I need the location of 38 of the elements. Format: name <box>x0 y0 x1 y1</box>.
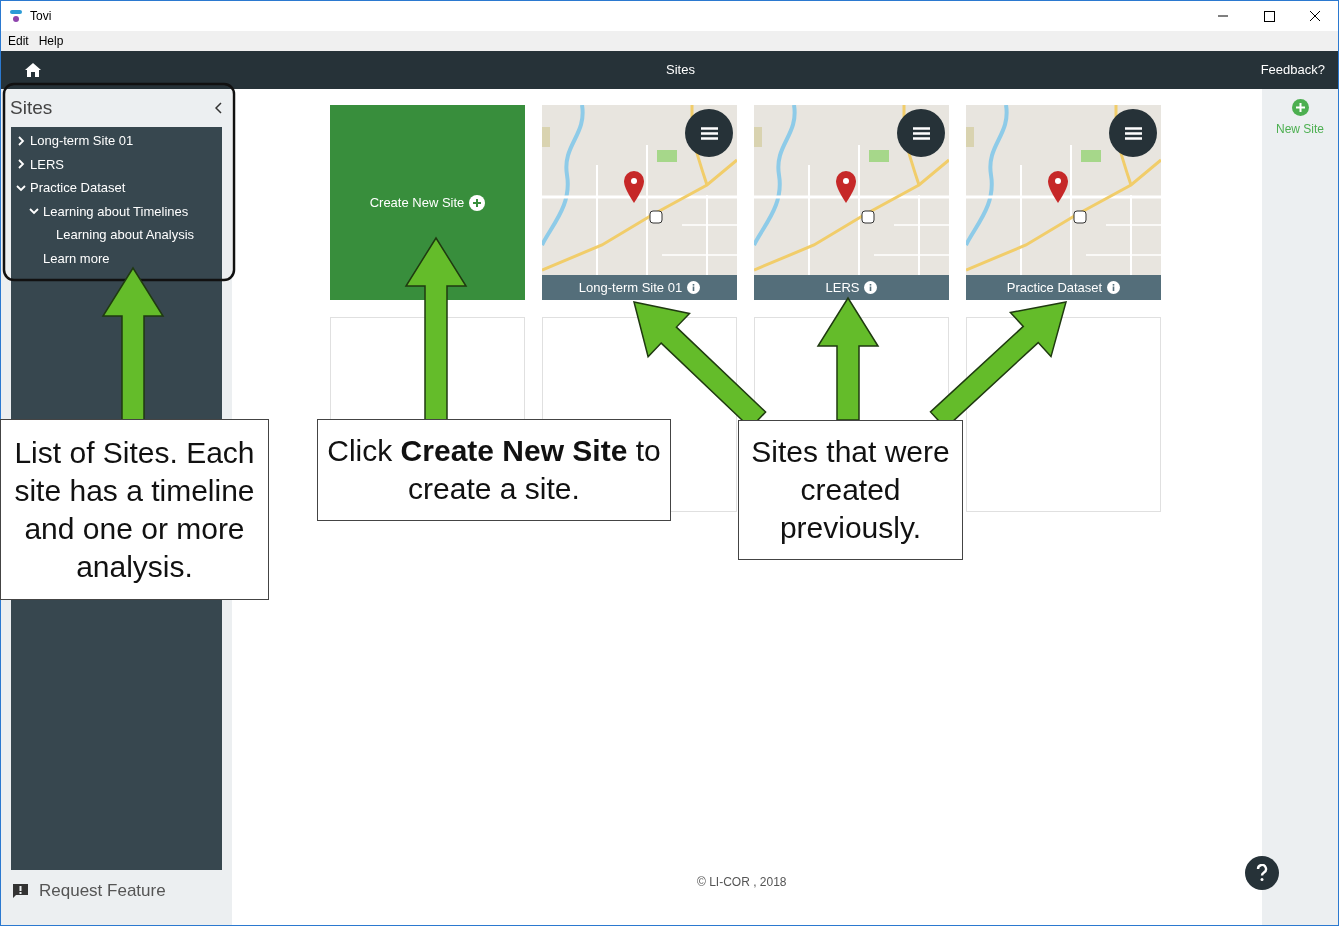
menu-item[interactable]: Help <box>35 32 67 50</box>
site-name[interactable]: Long-term Site 01 <box>578 277 683 298</box>
create-site-tile[interactable]: Create New Site <box>330 105 525 300</box>
page-title: Sites <box>666 61 695 80</box>
tree-item[interactable]: Practice Dataset <box>11 176 222 200</box>
copyright-text: © LI-COR , 2018 <box>697 874 787 891</box>
feedback-link[interactable]: Feedback? <box>1260 60 1325 80</box>
home-icon[interactable] <box>24 62 42 78</box>
menu-icon <box>700 126 718 140</box>
callout-text: Sites that were created previously. <box>750 434 951 546</box>
site-name[interactable]: Practice Dataset <box>1006 277 1103 298</box>
callout-text: Click Create New Site to create a site. <box>326 433 662 507</box>
callout-text: List of Sites. Each site has a timeline and one or more analysis. <box>13 434 256 585</box>
tree-item[interactable]: Long-term Site 01 <box>11 129 222 153</box>
sidebar-title: Sites <box>10 95 53 120</box>
feedback-icon[interactable] <box>12 883 29 899</box>
tree-item[interactable]: Learning about Timelines <box>11 199 222 223</box>
menu-icon <box>1124 126 1142 140</box>
collapse-icon[interactable] <box>215 102 223 114</box>
info-icon[interactable] <box>687 281 701 294</box>
site-card[interactable]: Practice Dataset <box>966 105 1161 300</box>
tree-item[interactable]: LERS <box>11 152 222 176</box>
help-button[interactable] <box>1245 856 1279 890</box>
tree-item[interactable]: Learn more <box>11 246 222 270</box>
request-feature-link[interactable]: Request Feature <box>39 878 166 904</box>
plus-circle-icon <box>1291 99 1309 116</box>
site-card[interactable]: LERS <box>754 105 949 300</box>
tree-item[interactable]: Learning about Analysis <box>11 223 222 247</box>
plus-circle-icon <box>469 194 486 211</box>
site-card[interactable]: Long-term Site 01 <box>542 105 737 300</box>
menu-item[interactable]: Edit <box>5 32 32 50</box>
site-name[interactable]: LERS <box>825 277 860 298</box>
menu-icon <box>912 126 930 140</box>
info-icon[interactable] <box>864 281 878 294</box>
app-logo-icon <box>9 9 23 23</box>
info-icon[interactable] <box>1107 281 1121 294</box>
window-title: Tovi <box>30 8 52 25</box>
question-icon <box>1256 864 1268 882</box>
